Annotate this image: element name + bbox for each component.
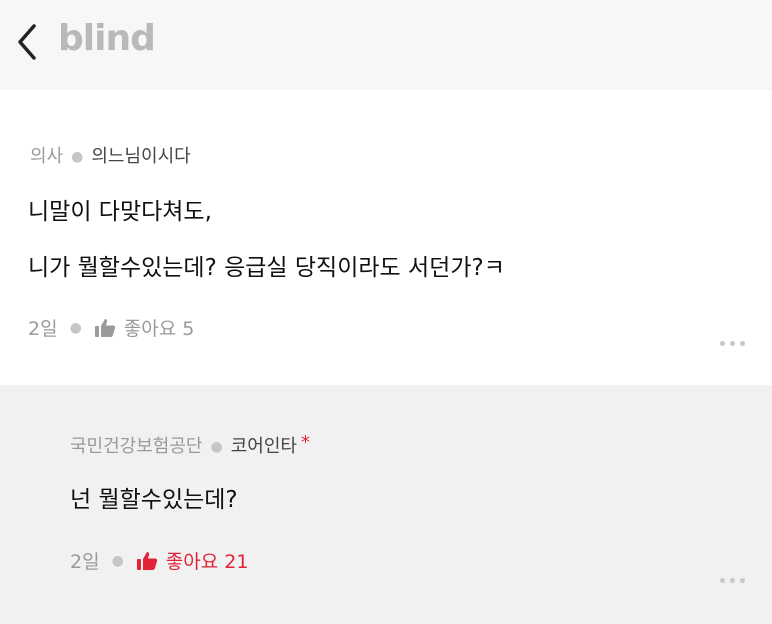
timestamp: 2일 bbox=[28, 318, 58, 340]
more-dot-icon bbox=[720, 341, 725, 346]
more-dot-icon bbox=[730, 578, 735, 583]
separator-dot: ● bbox=[69, 319, 82, 336]
separator-dot: ● bbox=[71, 149, 84, 165]
thumbs-up-icon bbox=[136, 551, 157, 570]
comment-text-line: 니말이 다맞다쳐도, bbox=[28, 199, 212, 225]
comment-meta: 의사 ● 의느님이시다 bbox=[30, 142, 191, 168]
comment-text-line: 니가 뭘할수있는데? 응급실 당직이라도 서던가?ㅋ bbox=[28, 255, 505, 281]
separator-dot: ● bbox=[111, 552, 124, 569]
nickname[interactable]: 코어인타 bbox=[231, 436, 297, 457]
comment-footer: 2일 ● 좋아요 5 bbox=[28, 314, 194, 341]
author-mark: * bbox=[300, 432, 310, 453]
company-name[interactable]: 의사 bbox=[30, 146, 63, 167]
more-dot-icon bbox=[720, 578, 725, 583]
timestamp: 2일 bbox=[70, 551, 100, 573]
blind-logo[interactable]: blind bbox=[58, 18, 156, 59]
reply-meta: 국민건강보험공단 ● 코어인타 * bbox=[70, 432, 310, 458]
reply: 국민건강보험공단 ● 코어인타 * 넌 뭘할수있는데? 2일 ● 좋아요 21 bbox=[0, 385, 772, 624]
separator-dot: ● bbox=[210, 439, 223, 455]
more-dot-icon bbox=[740, 341, 745, 346]
more-options-button[interactable] bbox=[720, 331, 756, 346]
more-dot-icon bbox=[730, 341, 735, 346]
thumbs-up-icon bbox=[94, 318, 115, 337]
header: blind bbox=[0, 0, 772, 90]
like-button[interactable]: 좋아요 5 bbox=[94, 314, 195, 341]
comment: 의사 ● 의느님이시다 니말이 다맞다쳐도, 니가 뭘할수있는데? 응급실 당직이라… bbox=[0, 90, 772, 385]
chevron-left-icon bbox=[18, 24, 36, 60]
nickname[interactable]: 의느님이시다 bbox=[91, 146, 190, 167]
more-dot-icon bbox=[740, 578, 745, 583]
back-button[interactable] bbox=[12, 22, 44, 62]
more-options-button[interactable] bbox=[720, 568, 756, 583]
like-label: 좋아요 5 bbox=[123, 318, 195, 340]
like-button[interactable]: 좋아요 21 bbox=[136, 547, 249, 574]
reply-footer: 2일 ● 좋아요 21 bbox=[70, 547, 248, 574]
company-name[interactable]: 국민건강보험공단 bbox=[70, 436, 202, 457]
reply-text: 넌 뭘할수있는데? bbox=[70, 487, 238, 513]
page: blind 의사 ● 의느님이시다 니말이 다맞다쳐도, 니가 뭘할수있는데? 응급… bbox=[0, 0, 772, 624]
like-label: 좋아요 21 bbox=[165, 551, 249, 573]
